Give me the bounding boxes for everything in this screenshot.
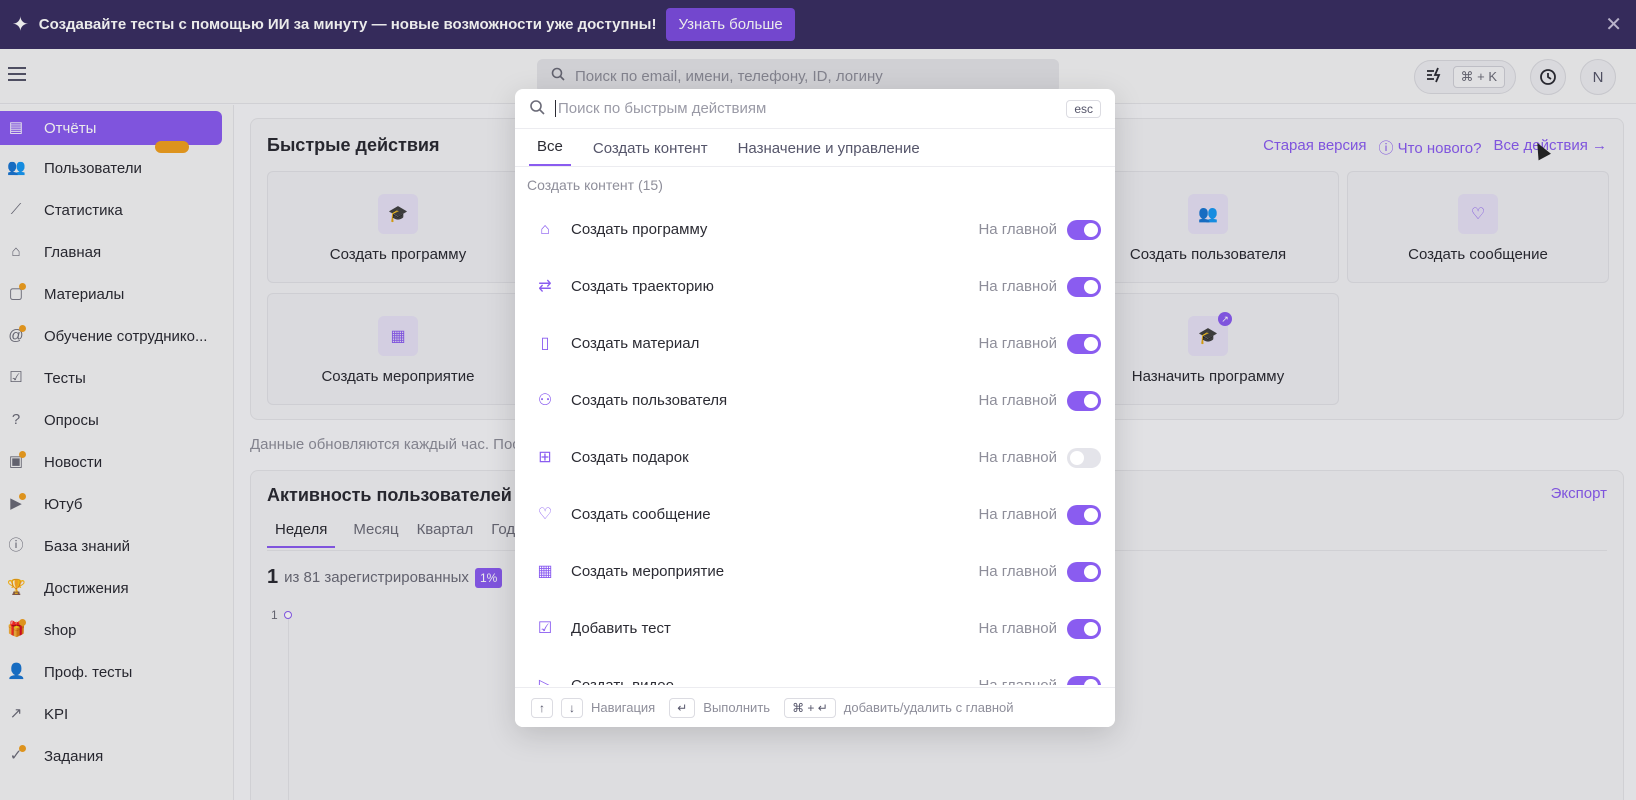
on-home-label: На главной [978,506,1057,523]
list-item-create-message[interactable]: ♡ Создать сообщение На главной [515,486,1115,543]
arrow-down-key: ↓ [561,697,583,718]
navigation-hint: Навигация [591,700,656,715]
list-item-label: Создать сообщение [571,506,711,523]
list-item-label: Добавить тест [571,620,671,637]
on-home-label: На главной [978,563,1057,580]
list-item-add-test[interactable]: ☑ Добавить тест На главной [515,600,1115,657]
on-home-label: На главной [978,449,1057,466]
show-on-home-toggle[interactable] [1067,390,1101,411]
palette-tabs: Все Создать контент Назначение и управле… [515,129,1115,167]
list-item-label: Создать подарок [571,449,689,466]
cmd-enter-key: ⌘ + ↵ [784,697,836,718]
list-item-label: Создать видео [571,677,674,685]
graduation-cap-icon: ⌂ [540,221,550,238]
on-home-label: На главной [978,620,1057,637]
palette-footer: ↑ ↓ Навигация ↵ Выполнить ⌘ + ↵ добавить… [515,687,1115,727]
calendar-icon: ▦ [537,563,553,580]
palette-search-input[interactable] [555,100,1067,117]
palette-list: Создать контент (15) ⌂ Создать программу… [515,167,1115,685]
tab-assign-manage[interactable]: Назначение и управление [730,140,928,166]
show-on-home-toggle[interactable] [1067,219,1101,240]
on-home-label: На главной [978,335,1057,352]
list-item-label: Создать мероприятие [571,563,725,580]
list-item-create-video[interactable]: ▷ Создать видео На главной [515,657,1115,685]
list-item-create-user[interactable]: ⚇ Создать пользователя На главной [515,372,1115,429]
esc-key-hint[interactable]: esc [1066,99,1101,118]
list-item-create-trajectory[interactable]: ⇄ Создать траекторию На главной [515,258,1115,315]
show-on-home-toggle[interactable] [1067,561,1101,582]
list-item-label: Создать материал [571,335,700,352]
show-on-home-toggle[interactable] [1067,333,1101,354]
gift-icon: ⊞ [538,449,552,466]
show-on-home-toggle[interactable] [1067,504,1101,525]
list-item-create-material[interactable]: ▯ Создать материал На главной [515,315,1115,372]
list-item-create-gift[interactable]: ⊞ Создать подарок На главной [515,429,1115,486]
show-on-home-toggle[interactable] [1067,618,1101,639]
route-icon: ⇄ [538,278,552,295]
message-heart-icon: ♡ [537,506,553,523]
arrow-up-key: ↑ [531,697,553,718]
users-icon: ⚇ [537,392,553,409]
list-item-label: Создать программу [571,221,708,238]
list-item-label: Создать траекторию [571,278,714,295]
document-icon: ▯ [540,335,550,352]
quick-actions-palette: esc Все Создать контент Назначение и упр… [515,89,1115,727]
search-icon [529,99,545,119]
list-item-create-event[interactable]: ▦ Создать мероприятие На главной [515,543,1115,600]
list-item-create-program[interactable]: ⌂ Создать программу На главной [515,201,1115,258]
test-icon: ☑ [537,620,553,637]
show-on-home-toggle[interactable] [1067,675,1101,685]
group-header: Создать контент (15) [527,177,663,193]
tab-create-content[interactable]: Создать контент [585,140,716,166]
show-on-home-toggle[interactable] [1067,276,1101,297]
tab-all[interactable]: Все [529,138,571,166]
enter-key: ↵ [669,697,696,718]
video-icon: ▷ [535,676,555,685]
list-item-label: Создать пользователя [571,392,728,409]
on-home-label: На главной [978,278,1057,295]
toggle-home-hint: добавить/удалить с главной [843,700,1014,715]
on-home-label: На главной [978,392,1057,409]
palette-search-bar: esc [515,89,1115,129]
show-on-home-toggle[interactable] [1067,447,1101,468]
on-home-label: На главной [978,221,1057,238]
execute-hint: Выполнить [703,700,771,715]
on-home-label: На главной [978,677,1057,685]
